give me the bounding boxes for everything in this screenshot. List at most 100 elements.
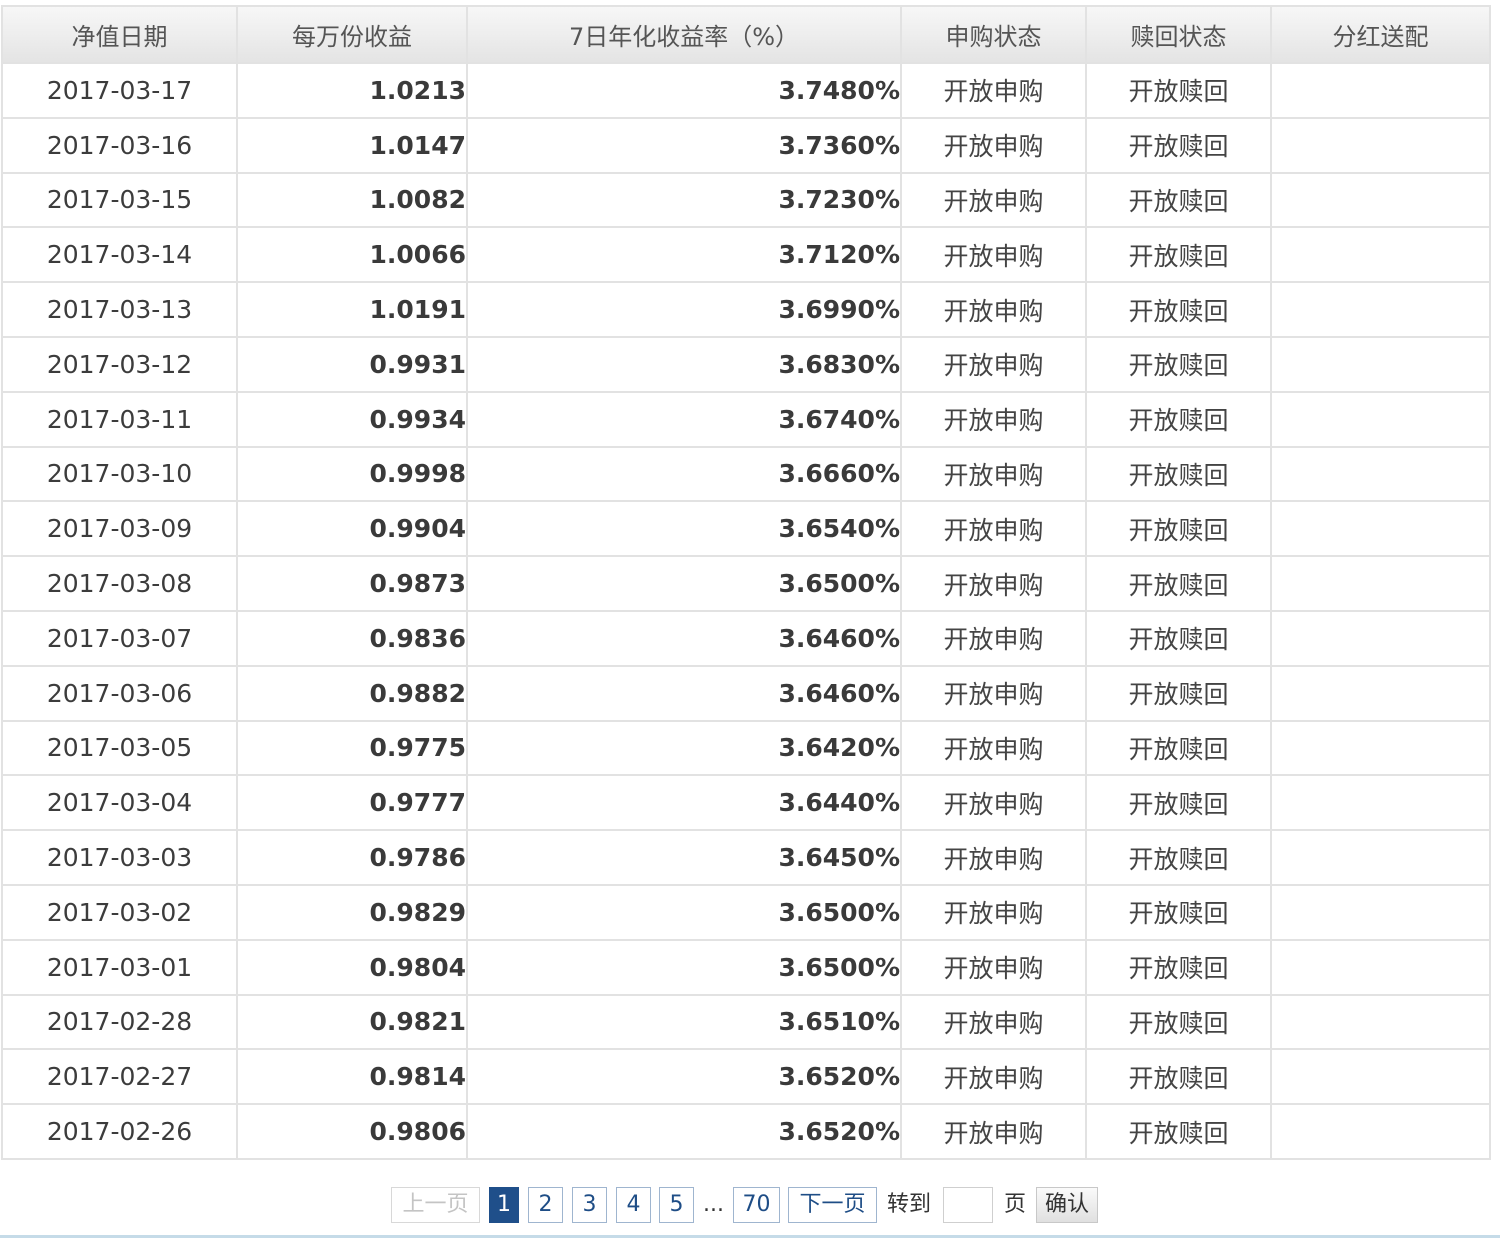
cell-date: 2017-03-16 <box>1 116 238 174</box>
cell-redeem-status: 开放赎回 <box>1085 1048 1272 1106</box>
cell-7day-yield: 3.6500% <box>466 938 902 996</box>
col-header-redeem-status[interactable]: 赎回状态 <box>1085 5 1272 64</box>
cell-subscribe-status: 开放申购 <box>900 664 1087 722</box>
table-header: 净值日期 每万份收益 7日年化收益率（%） 申购状态 赎回状态 分红送配 <box>1 5 1491 64</box>
goto-page-input[interactable] <box>943 1187 993 1223</box>
table-row: 2017-03-07 0.9836 3.6460% 开放申购 开放赎回 <box>1 609 1491 667</box>
col-header-date[interactable]: 净值日期 <box>1 5 238 64</box>
table-row: 2017-03-09 0.9904 3.6540% 开放申购 开放赎回 <box>1 500 1491 558</box>
cell-dividend <box>1270 116 1491 174</box>
table-row: 2017-02-27 0.9814 3.6520% 开放申购 开放赎回 <box>1 1048 1491 1106</box>
cell-7day-yield: 3.6460% <box>466 664 902 722</box>
cell-date: 2017-03-05 <box>1 719 238 777</box>
cell-7day-yield: 3.6460% <box>466 609 902 667</box>
cell-7day-yield: 3.6520% <box>466 1048 902 1106</box>
cell-redeem-status: 开放赎回 <box>1085 335 1272 393</box>
cell-dividend <box>1270 774 1491 832</box>
cell-date: 2017-03-04 <box>1 774 238 832</box>
cell-per10k-income: 0.9777 <box>236 774 468 832</box>
cell-dividend <box>1270 226 1491 284</box>
cell-date: 2017-03-02 <box>1 883 238 941</box>
cell-7day-yield: 3.7230% <box>466 171 902 229</box>
cell-subscribe-status: 开放申购 <box>900 555 1087 612</box>
pagination-ellipsis: ... <box>703 1192 724 1217</box>
next-page-button[interactable]: 下一页 <box>788 1187 877 1223</box>
cell-per10k-income: 0.9934 <box>236 390 468 448</box>
page-button-last[interactable]: 70 <box>733 1187 780 1223</box>
cell-date: 2017-03-17 <box>1 62 238 119</box>
cell-dividend <box>1270 1048 1491 1106</box>
page-button-3[interactable]: 3 <box>572 1187 607 1223</box>
cell-subscribe-status: 开放申购 <box>900 719 1087 777</box>
col-header-dividend[interactable]: 分红送配 <box>1270 5 1491 64</box>
cell-subscribe-status: 开放申购 <box>900 609 1087 667</box>
table-row: 2017-02-28 0.9821 3.6510% 开放申购 开放赎回 <box>1 993 1491 1051</box>
cell-per10k-income: 1.0066 <box>236 226 468 284</box>
cell-subscribe-status: 开放申购 <box>900 829 1087 886</box>
cell-7day-yield: 3.7120% <box>466 226 902 284</box>
table-row: 2017-03-17 1.0213 3.7480% 开放申购 开放赎回 <box>1 62 1491 119</box>
cell-date: 2017-03-10 <box>1 445 238 503</box>
cell-dividend <box>1270 719 1491 777</box>
prev-page-button[interactable]: 上一页 <box>391 1187 480 1223</box>
cell-subscribe-status: 开放申购 <box>900 1103 1087 1160</box>
cell-dividend <box>1270 883 1491 941</box>
header-row: 净值日期 每万份收益 7日年化收益率（%） 申购状态 赎回状态 分红送配 <box>1 5 1491 64</box>
cell-7day-yield: 3.7360% <box>466 116 902 174</box>
cell-7day-yield: 3.6500% <box>466 555 902 612</box>
cell-redeem-status: 开放赎回 <box>1085 938 1272 996</box>
col-header-per10k-income[interactable]: 每万份收益 <box>236 5 468 64</box>
cell-date: 2017-03-11 <box>1 390 238 448</box>
table-row: 2017-03-10 0.9998 3.6660% 开放申购 开放赎回 <box>1 445 1491 503</box>
cell-dividend <box>1270 445 1491 503</box>
table-row: 2017-03-11 0.9934 3.6740% 开放申购 开放赎回 <box>1 390 1491 448</box>
fund-nav-panel: 净值日期 每万份收益 7日年化收益率（%） 申购状态 赎回状态 分红送配 201… <box>0 0 1500 1238</box>
table-body: 2017-03-17 1.0213 3.7480% 开放申购 开放赎回 2017-03-1… <box>1 62 1491 1160</box>
cell-date: 2017-03-09 <box>1 500 238 558</box>
cell-date: 2017-03-08 <box>1 555 238 612</box>
goto-label: 转到 <box>887 1192 932 1217</box>
cell-redeem-status: 开放赎回 <box>1085 555 1272 612</box>
cell-redeem-status: 开放赎回 <box>1085 226 1272 284</box>
cell-date: 2017-03-14 <box>1 226 238 284</box>
col-header-7day-yield[interactable]: 7日年化收益率（%） <box>466 5 902 64</box>
table-row: 2017-03-06 0.9882 3.6460% 开放申购 开放赎回 <box>1 664 1491 722</box>
cell-7day-yield: 3.7480% <box>466 62 902 119</box>
cell-date: 2017-03-13 <box>1 281 238 338</box>
cell-dividend <box>1270 281 1491 338</box>
table-row: 2017-03-08 0.9873 3.6500% 开放申购 开放赎回 <box>1 555 1491 612</box>
cell-date: 2017-02-27 <box>1 1048 238 1106</box>
page-button-1[interactable]: 1 <box>489 1187 519 1223</box>
cell-per10k-income: 0.9904 <box>236 500 468 558</box>
cell-subscribe-status: 开放申购 <box>900 993 1087 1051</box>
confirm-goto-button[interactable]: 确认 <box>1036 1187 1098 1223</box>
cell-date: 2017-03-03 <box>1 829 238 886</box>
cell-redeem-status: 开放赎回 <box>1085 774 1272 832</box>
cell-dividend <box>1270 993 1491 1051</box>
cell-7day-yield: 3.6740% <box>466 390 902 448</box>
cell-7day-yield: 3.6500% <box>466 883 902 941</box>
cell-dividend <box>1270 609 1491 667</box>
cell-redeem-status: 开放赎回 <box>1085 116 1272 174</box>
cell-subscribe-status: 开放申购 <box>900 883 1087 941</box>
col-header-subscribe-status[interactable]: 申购状态 <box>900 5 1087 64</box>
cell-redeem-status: 开放赎回 <box>1085 62 1272 119</box>
cell-per10k-income: 0.9882 <box>236 664 468 722</box>
nav-history-table: 净值日期 每万份收益 7日年化收益率（%） 申购状态 赎回状态 分红送配 201… <box>1 5 1491 1160</box>
cell-date: 2017-02-28 <box>1 993 238 1051</box>
cell-per10k-income: 0.9829 <box>236 883 468 941</box>
table-row: 2017-03-14 1.0066 3.7120% 开放申购 开放赎回 <box>1 226 1491 284</box>
table-row: 2017-03-02 0.9829 3.6500% 开放申购 开放赎回 <box>1 883 1491 941</box>
page-button-4[interactable]: 4 <box>616 1187 651 1223</box>
cell-redeem-status: 开放赎回 <box>1085 500 1272 558</box>
page-button-2[interactable]: 2 <box>528 1187 563 1223</box>
cell-dividend <box>1270 390 1491 448</box>
cell-subscribe-status: 开放申购 <box>900 774 1087 832</box>
cell-7day-yield: 3.6450% <box>466 829 902 886</box>
cell-redeem-status: 开放赎回 <box>1085 829 1272 886</box>
cell-dividend <box>1270 335 1491 393</box>
cell-dividend <box>1270 664 1491 722</box>
cell-date: 2017-03-01 <box>1 938 238 996</box>
table-row: 2017-03-01 0.9804 3.6500% 开放申购 开放赎回 <box>1 938 1491 996</box>
page-button-5[interactable]: 5 <box>659 1187 694 1223</box>
